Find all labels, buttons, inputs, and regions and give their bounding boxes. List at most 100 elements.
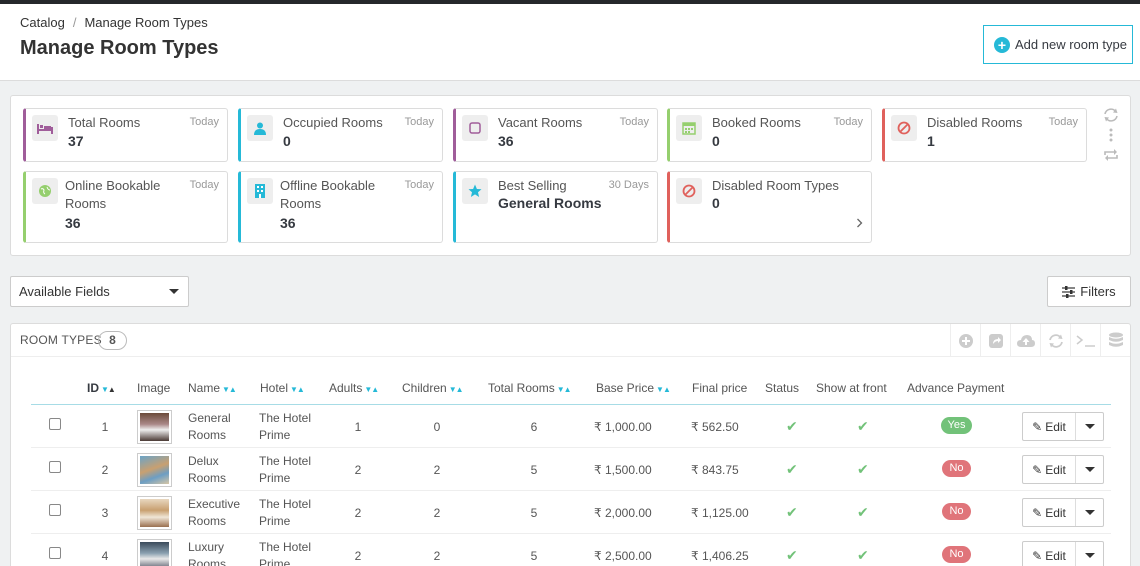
col-children[interactable]: Children ▼▲ [402,381,464,395]
kpi-period: Today [189,179,219,191]
kpi-vacant-rooms[interactable]: Vacant Rooms 36 Today [453,108,658,162]
cloud-upload-icon[interactable] [1010,324,1040,357]
status-check-icon[interactable]: ✔ [786,418,798,435]
col-name[interactable]: Name ▼▲ [188,381,237,395]
available-fields-select[interactable]: Available Fields [10,276,189,307]
edit-dropdown-toggle[interactable] [1076,456,1103,483]
row-checkbox[interactable] [49,461,61,473]
table-row[interactable]: 4 Luxury Rooms The Hotel Prime 2 2 5 ₹ 2,5… [31,534,1111,566]
status-check-icon[interactable]: ✔ [786,504,798,521]
cell-name[interactable]: Luxury Rooms [188,539,226,566]
kpi-offline-bookable[interactable]: Offline Bookable Rooms 36 Today [238,171,443,243]
cell-name[interactable]: General Rooms [188,410,231,444]
sort-icon[interactable]: ▼▲ [101,385,116,394]
show-front-check-icon[interactable]: ✔ [857,461,869,478]
table-row[interactable]: 2 Delux Rooms The Hotel Prime 2 2 5 ₹ 1,50… [31,448,1111,491]
cell-name[interactable]: Delux Rooms [188,453,226,487]
edit-button[interactable]: ✎ Edit [1023,413,1076,440]
status-check-icon[interactable]: ✔ [786,547,798,564]
edit-button-group[interactable]: ✎ Edit [1022,541,1104,566]
cell-total-rooms: 5 [530,463,538,477]
kpi-title: Total Rooms [68,115,141,130]
col-total-rooms[interactable]: Total Rooms ▼▲ [488,381,572,395]
add-room-type-button[interactable]: + Add new room type [983,25,1133,64]
edit-button[interactable]: ✎ Edit [1023,499,1076,526]
col-final-price: Final price [692,381,748,395]
advance-payment-badge[interactable]: No [942,460,971,477]
sort-icon[interactable]: ▼▲ [364,385,379,394]
kpi-disabled-room-types[interactable]: Disabled Room Types 0 [667,171,872,243]
edit-button[interactable]: ✎ Edit [1023,542,1076,566]
kpi-online-bookable[interactable]: Online Bookable Rooms 36 Today [23,171,228,243]
refresh-icon[interactable] [1040,324,1070,357]
chevron-right-icon[interactable] [856,216,863,231]
kpi-total-rooms[interactable]: Total Rooms 37 Today [23,108,228,162]
advance-payment-badge[interactable]: No [942,503,971,520]
database-icon[interactable] [1100,324,1130,357]
advance-payment-badge[interactable]: No [942,546,971,563]
kpi-title: Booked Rooms [712,115,801,130]
kpi-occupied-rooms[interactable]: Occupied Rooms 0 Today [238,108,443,162]
kpi-value: 36 [498,133,514,149]
panel-header: ROOM TYPES 8 [11,324,1130,357]
terminal-icon[interactable] [1070,324,1100,357]
sliders-icon [1062,285,1076,298]
globe-icon [32,178,58,204]
kpi-period: Today [833,116,863,128]
kpi-value: 0 [712,195,720,211]
table-row[interactable]: 1 General Rooms The Hotel Prime 1 0 6 ₹ 1,… [31,405,1111,448]
pencil-icon: ✎ [1032,505,1043,520]
edit-button-group[interactable]: ✎ Edit [1022,412,1104,441]
refresh-icon[interactable] [1103,108,1119,125]
sort-icon[interactable]: ▼▲ [449,385,464,394]
sort-icon[interactable]: ▼▲ [656,385,671,394]
cell-name[interactable]: Executive Rooms [188,496,240,530]
table-row[interactable]: 3 Executive Rooms The Hotel Prime 2 2 5 ₹ … [31,491,1111,534]
ban-icon [891,115,917,141]
sort-icon[interactable]: ▼▲ [290,385,305,394]
calendar-icon [676,115,702,141]
kpi-best-selling[interactable]: Best Selling General Rooms 30 Days [453,171,658,243]
advance-payment-badge[interactable]: Yes [941,417,972,434]
cell-base-price: ₹ 1,500.00 [594,463,652,477]
cell-adults: 2 [354,549,362,563]
col-base-price[interactable]: Base Price ▼▲ [596,381,671,395]
kpi-booked-rooms[interactable]: Booked Rooms 0 Today [667,108,872,162]
cell-id: 2 [101,463,109,477]
status-check-icon[interactable]: ✔ [786,461,798,478]
edit-button-group[interactable]: ✎ Edit [1022,455,1104,484]
more-vertical-icon[interactable] [1109,128,1113,145]
kpi-title: Disabled Rooms [927,115,1023,130]
repeat-icon[interactable] [1103,148,1119,165]
edit-dropdown-toggle[interactable] [1076,542,1103,566]
room-thumbnail [137,410,172,444]
kpi-disabled-rooms[interactable]: Disabled Rooms 1 Today [882,108,1087,162]
sort-icon[interactable]: ▼▲ [557,385,572,394]
cell-id: 3 [101,506,109,520]
cell-hotel: The Hotel Prime [259,540,312,566]
col-id[interactable]: ID ▼▲ [87,381,116,395]
cell-adults: 2 [354,463,362,477]
share-icon[interactable] [980,324,1010,357]
filters-button[interactable]: Filters [1047,276,1131,307]
room-thumbnail [137,539,172,566]
show-front-check-icon[interactable]: ✔ [857,504,869,521]
row-checkbox[interactable] [49,418,61,430]
row-checkbox[interactable] [49,504,61,516]
add-icon[interactable] [950,324,980,357]
plus-circle-icon: + [994,36,1010,53]
sort-icon[interactable]: ▼▲ [222,385,237,394]
show-front-check-icon[interactable]: ✔ [857,547,869,564]
edit-button[interactable]: ✎ Edit [1023,456,1076,483]
breadcrumb-catalog[interactable]: Catalog [20,15,65,30]
cell-final-price: ₹ 843.75 [691,463,739,477]
edit-dropdown-toggle[interactable] [1076,499,1103,526]
col-adults[interactable]: Adults ▼▲ [329,381,379,395]
cell-adults: 2 [354,506,362,520]
show-front-check-icon[interactable]: ✔ [857,418,869,435]
row-checkbox[interactable] [49,547,61,559]
col-hotel[interactable]: Hotel ▼▲ [260,381,305,395]
col-image: Image [137,381,171,395]
edit-dropdown-toggle[interactable] [1076,413,1103,440]
edit-button-group[interactable]: ✎ Edit [1022,498,1104,527]
